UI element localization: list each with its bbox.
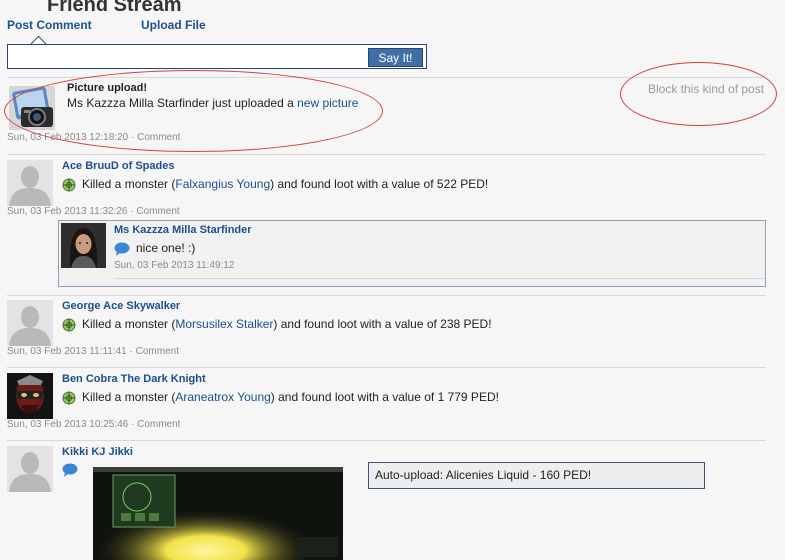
- reply-avatar: [61, 223, 106, 268]
- monster-link[interactable]: Falxangius Young: [175, 177, 270, 191]
- separator: [7, 440, 766, 441]
- separator: [7, 154, 766, 155]
- post-meta: Sun, 03 Feb 2013 11:32:26 · Comment: [7, 206, 180, 217]
- timestamp: Sun, 03 Feb 2013 11:32:26: [7, 206, 128, 217]
- post-text: Ms Kazzza Milla Starfinder just uploaded…: [67, 96, 358, 110]
- new-picture-link[interactable]: new picture: [297, 96, 358, 110]
- user-name-link[interactable]: Ace BruuD of Spades: [62, 160, 174, 172]
- game-screenshot-thumbnail[interactable]: [93, 467, 343, 560]
- user-silhouette-icon: [7, 446, 53, 492]
- monster-link[interactable]: Araneatrox Young: [175, 390, 270, 404]
- loot-text-after: ) and found loot with a value of 1 779 P…: [270, 390, 499, 404]
- masked-knight-avatar-icon: [7, 373, 53, 419]
- camera-photo-icon: [12, 86, 53, 127]
- page-title: Friend Stream: [47, 0, 182, 16]
- crosshair-icon: [62, 178, 76, 192]
- timestamp: Sun, 03 Feb 2013 10:25:46: [7, 419, 129, 430]
- feed-item-loot: Ben Cobra The Dark Knight Killed a monst…: [7, 373, 766, 433]
- avatar: [7, 446, 53, 492]
- separator: [7, 295, 766, 296]
- meta-separator: ·: [128, 132, 138, 143]
- avatar: [7, 300, 53, 346]
- post-text: Killed a monster (Morsusilex Stalker) an…: [62, 317, 492, 332]
- timestamp: Sun, 03 Feb 2013 12:18:20: [7, 132, 129, 143]
- feed-item-loot: Ace BruuD of Spades Killed a monster (Fa…: [7, 160, 766, 220]
- loot-text-before: Killed a monster (: [82, 177, 176, 191]
- meta-separator: ·: [128, 419, 138, 430]
- post-meta: Sun, 03 Feb 2013 10:25:46 · Comment: [7, 419, 180, 430]
- user-silhouette-icon: [7, 160, 53, 206]
- separator: [7, 367, 766, 368]
- user-name-link[interactable]: George Ace Skywalker: [62, 300, 180, 312]
- autoupload-box: Auto-upload: Alicenies Liquid - 160 PED!: [368, 462, 705, 489]
- reply-user-link[interactable]: Ms Kazzza Milla Starfinder: [114, 224, 252, 236]
- reply-box: Ms Kazzza Milla Starfinder nice one! :) …: [58, 220, 766, 287]
- tab-upload-file[interactable]: Upload File: [141, 18, 206, 32]
- loot-text-after: ) and found loot with a value of 238 PED…: [273, 317, 492, 331]
- avatar: [7, 160, 53, 206]
- reply-message: nice one! :): [136, 241, 196, 255]
- loot-text-after: ) and found loot with a value of 522 PED…: [270, 177, 489, 191]
- reply-meta: Sun, 03 Feb 2013 11:49:12: [114, 260, 235, 271]
- post-heading: Picture upload!: [67, 82, 148, 94]
- say-it-button[interactable]: Say It!: [368, 48, 423, 67]
- reply-text: nice one! :): [114, 241, 195, 256]
- post-text: Killed a monster (Falxangius Young) and …: [62, 177, 488, 192]
- tab-post-comment[interactable]: Post Comment: [7, 18, 92, 32]
- user-name-link[interactable]: Kikki KJ Jikki: [62, 446, 133, 458]
- speech-bubble-icon: [114, 242, 130, 256]
- avatar: [7, 373, 53, 419]
- post-text: Killed a monster (Araneatrox Young) and …: [62, 390, 499, 405]
- reply-divider: [114, 278, 765, 279]
- crosshair-icon: [62, 318, 76, 332]
- game-screenshot-image: [93, 467, 343, 560]
- monster-link[interactable]: Morsusilex Stalker: [175, 317, 273, 331]
- comment-composer: Say It!: [7, 44, 427, 69]
- meta-separator: ·: [126, 346, 136, 357]
- separator: [7, 77, 766, 78]
- loot-text-before: Killed a monster (: [82, 390, 176, 404]
- comment-link[interactable]: Comment: [136, 206, 179, 217]
- feed-item-loot: George Ace Skywalker Killed a monster (M…: [7, 300, 766, 360]
- post-meta: Sun, 03 Feb 2013 12:18:20 · Comment: [7, 132, 180, 143]
- post-meta: Sun, 03 Feb 2013 11:11:41 · Comment: [7, 346, 179, 357]
- timestamp: Sun, 03 Feb 2013 11:11:41: [7, 346, 127, 357]
- loot-text-before: Killed a monster (: [82, 317, 176, 331]
- speech-bubble-icon: [62, 463, 78, 477]
- comment-link[interactable]: Comment: [137, 132, 180, 143]
- user-name-link[interactable]: Ben Cobra The Dark Knight: [62, 373, 206, 385]
- comment-link[interactable]: Comment: [137, 419, 180, 430]
- crosshair-icon: [62, 391, 76, 405]
- female-avatar-icon: [61, 223, 106, 268]
- block-post-link[interactable]: Block this kind of post: [648, 82, 764, 96]
- comment-link[interactable]: Comment: [136, 346, 179, 357]
- picture-upload-avatar: [9, 86, 55, 130]
- comment-input[interactable]: [11, 48, 365, 67]
- post-text-before: Ms Kazzza Milla Starfinder just uploaded…: [67, 96, 298, 110]
- user-silhouette-icon: [7, 300, 53, 346]
